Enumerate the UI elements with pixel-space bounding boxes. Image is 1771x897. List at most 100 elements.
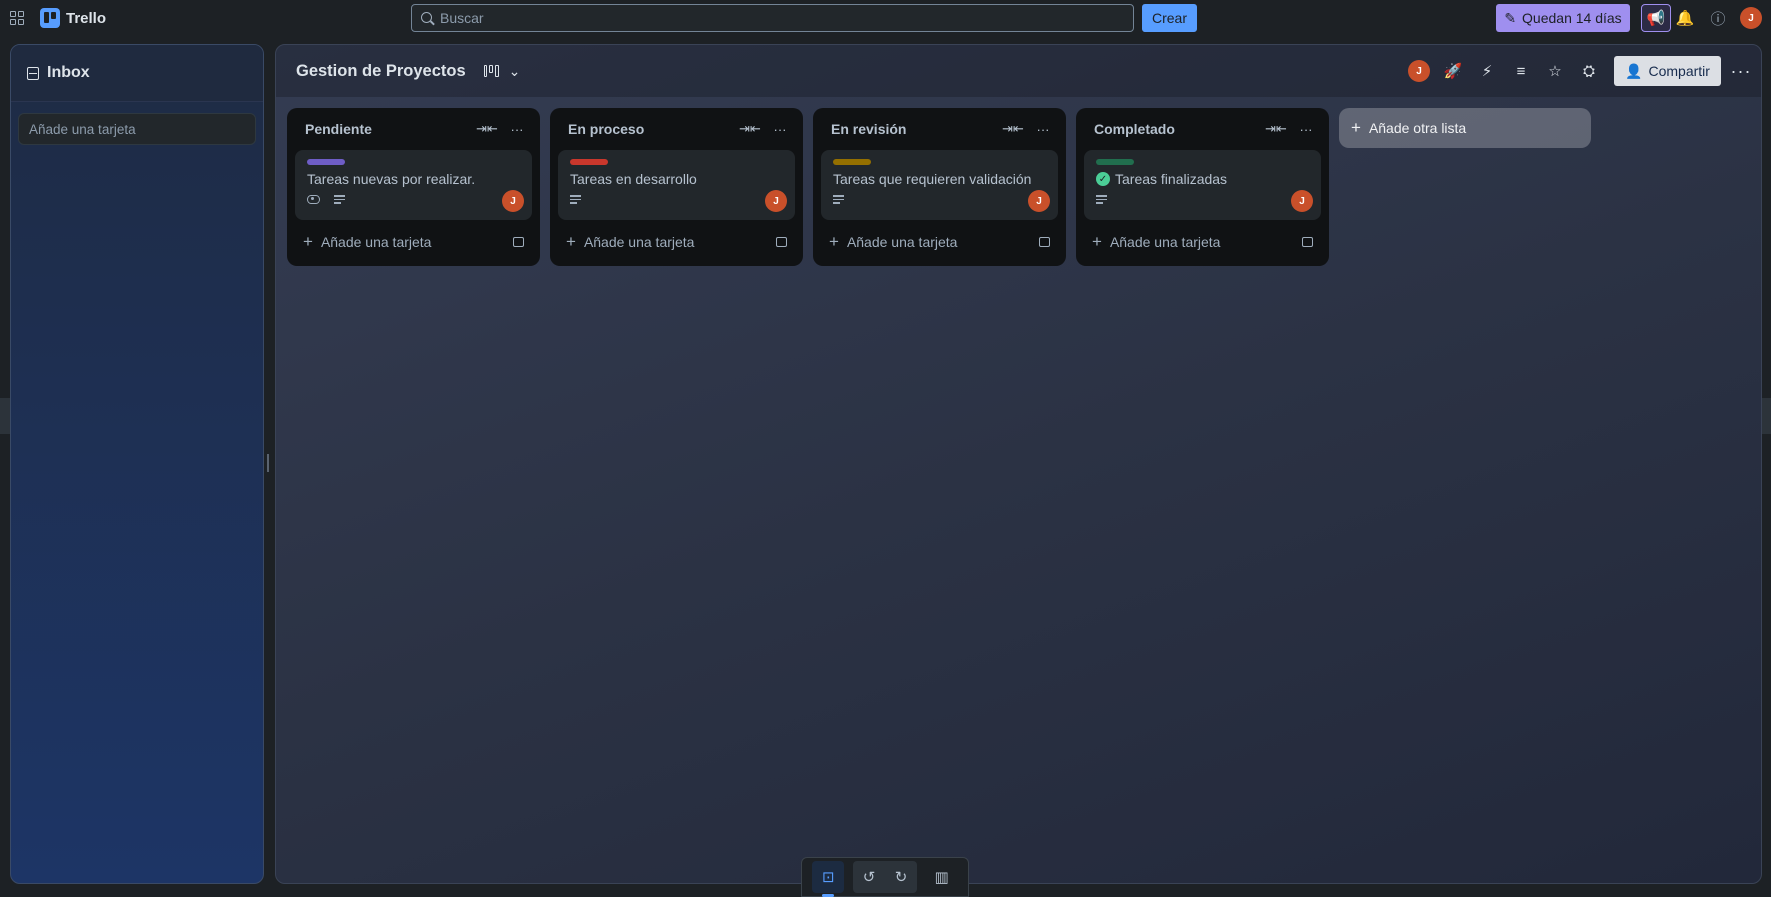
list-menu-icon[interactable]: ···: [1028, 122, 1058, 137]
board-view-switcher[interactable]: ⌄: [483, 62, 521, 80]
search-box[interactable]: [411, 4, 1134, 32]
list-menu-icon[interactable]: ···: [1291, 122, 1321, 137]
inbox-header: Inbox: [11, 45, 263, 102]
card-title-text: Tareas nuevas por realizar.: [307, 171, 476, 187]
card-title-text: Tareas finalizadas: [1115, 171, 1228, 187]
plus-icon: +: [566, 232, 576, 251]
search-icon: [421, 12, 432, 23]
plus-icon: +: [1351, 118, 1361, 137]
collapse-list-icon[interactable]: ⇥⇤: [735, 121, 765, 137]
description-icon: [570, 195, 581, 204]
power-ups-icon[interactable]: 🚀: [1436, 56, 1470, 86]
collapse-list-icon[interactable]: ⇥⇤: [472, 121, 502, 137]
plus-icon: +: [829, 232, 839, 251]
add-card-button[interactable]: Añade una tarjeta: [321, 234, 505, 250]
card-title: Tareas en desarrollo: [570, 171, 783, 187]
left-edge-handle[interactable]: [0, 398, 10, 434]
card[interactable]: ✓ Tareas finalizadas J: [1084, 150, 1321, 220]
card-member-avatar[interactable]: J: [1028, 190, 1050, 212]
megaphone-icon[interactable]: 📢: [1641, 4, 1671, 32]
add-card-row: + Añade una tarjeta: [295, 226, 532, 258]
card-title-text: Tareas que requieren validación: [833, 171, 1032, 187]
add-person-icon: 👤: [1625, 62, 1643, 79]
bottom-view-switcher: ⊡ ↺ ↻ ▥: [801, 857, 969, 897]
redo-icon[interactable]: ↻: [885, 861, 917, 893]
card-label[interactable]: [570, 159, 608, 165]
card-label[interactable]: [1096, 159, 1134, 165]
description-icon: [833, 195, 844, 204]
chevron-down-icon: ⌄: [508, 62, 521, 79]
card-badges: [570, 195, 783, 204]
inbox-add-card-input[interactable]: Añade una tarjeta: [18, 113, 256, 145]
template-icon[interactable]: [1039, 237, 1050, 247]
filter-icon[interactable]: ≡: [1504, 56, 1538, 86]
card-member-avatar[interactable]: J: [502, 190, 524, 212]
template-icon[interactable]: [513, 237, 524, 247]
list-menu-icon[interactable]: ···: [502, 122, 532, 137]
list-title[interactable]: Completado: [1094, 121, 1261, 137]
template-icon[interactable]: [776, 237, 787, 247]
list-title[interactable]: En revisión: [831, 121, 998, 137]
collapse-list-icon[interactable]: ⇥⇤: [998, 121, 1028, 137]
list-title[interactable]: En proceso: [568, 121, 735, 137]
panel-resize-handle[interactable]: [267, 454, 269, 472]
visibility-icon[interactable]: ⛭: [1572, 56, 1606, 86]
card-label[interactable]: [307, 159, 345, 165]
create-button[interactable]: Crear: [1142, 4, 1197, 32]
inbox-title: Inbox: [47, 64, 90, 81]
right-edge-handle[interactable]: [1761, 398, 1771, 434]
board-member-avatar[interactable]: J: [1402, 56, 1436, 86]
bell-icon[interactable]: 🔔: [1675, 8, 1695, 28]
board-header-actions: J 🚀 ⚡ ≡ ☆ ⛭ 👤 Compartir ···: [1402, 45, 1761, 97]
list-title[interactable]: Pendiente: [305, 121, 472, 137]
plus-icon: +: [303, 232, 313, 251]
add-card-button[interactable]: Añade una tarjeta: [584, 234, 768, 250]
add-list-button[interactable]: + Añade otra lista: [1339, 108, 1591, 148]
board-title[interactable]: Gestion de Proyectos: [296, 62, 466, 81]
add-list-label: Añade otra lista: [1368, 120, 1467, 136]
card[interactable]: Tareas nuevas por realizar. J: [295, 150, 532, 220]
add-card-button[interactable]: Añade una tarjeta: [847, 234, 1031, 250]
avatar[interactable]: J: [1740, 7, 1762, 29]
board-header: Gestion de Proyectos ⌄ J 🚀 ⚡ ≡ ☆ ⛭ 👤 Com…: [276, 45, 1761, 97]
app-name: Trello: [66, 9, 107, 27]
history-group: ↺ ↻: [852, 861, 917, 893]
lists-container: Pendiente ⇥⇤ ··· Tareas nuevas por reali…: [287, 108, 1591, 266]
top-navigation: Trello Crear ✎ Quedan 14 días 📢 🔔 ⓘ J: [0, 0, 1771, 36]
search-input[interactable]: [440, 10, 1133, 26]
board-toggle-icon[interactable]: ▥: [926, 861, 958, 893]
card-member-avatar[interactable]: J: [765, 190, 787, 212]
add-card-button[interactable]: Añade una tarjeta: [1110, 234, 1294, 250]
board-view-icon: [483, 65, 499, 77]
collapse-list-icon[interactable]: ⇥⇤: [1261, 121, 1291, 137]
list-menu-icon[interactable]: ···: [765, 122, 795, 137]
inbox-toggle-icon[interactable]: ⊡: [812, 861, 845, 897]
card-badges: [307, 195, 520, 204]
share-button[interactable]: 👤 Compartir: [1614, 56, 1721, 86]
list: En proceso ⇥⇤ ··· Tareas en desarrollo J…: [550, 108, 803, 266]
share-label: Compartir: [1648, 63, 1710, 79]
card[interactable]: Tareas en desarrollo J: [558, 150, 795, 220]
plus-icon: +: [1092, 232, 1102, 251]
add-card-row: + Añade una tarjeta: [1084, 226, 1321, 258]
board-menu-icon[interactable]: ···: [1721, 61, 1761, 82]
trial-label: Quedan 14 días: [1522, 10, 1622, 26]
card-badges: [833, 195, 1046, 204]
help-icon[interactable]: ⓘ: [1708, 8, 1728, 28]
card[interactable]: Tareas que requieren validación J: [821, 150, 1058, 220]
star-icon[interactable]: ☆: [1538, 56, 1572, 86]
template-icon[interactable]: [1302, 237, 1313, 247]
trial-button[interactable]: ✎ Quedan 14 días: [1496, 4, 1630, 32]
card-label[interactable]: [833, 159, 871, 165]
description-icon: [1096, 195, 1107, 204]
list-header: Pendiente ⇥⇤ ···: [295, 114, 532, 144]
add-card-row: + Añade una tarjeta: [821, 226, 1058, 258]
card-title: Tareas nuevas por realizar.: [307, 171, 520, 187]
card-member-avatar[interactable]: J: [1291, 190, 1313, 212]
automation-icon[interactable]: ⚡: [1470, 56, 1504, 86]
complete-check-icon[interactable]: ✓: [1096, 172, 1110, 186]
app-switcher-icon[interactable]: [10, 11, 24, 25]
list-header: Completado ⇥⇤ ···: [1084, 114, 1321, 144]
trello-logo[interactable]: Trello: [40, 8, 106, 28]
undo-icon[interactable]: ↺: [853, 861, 885, 893]
